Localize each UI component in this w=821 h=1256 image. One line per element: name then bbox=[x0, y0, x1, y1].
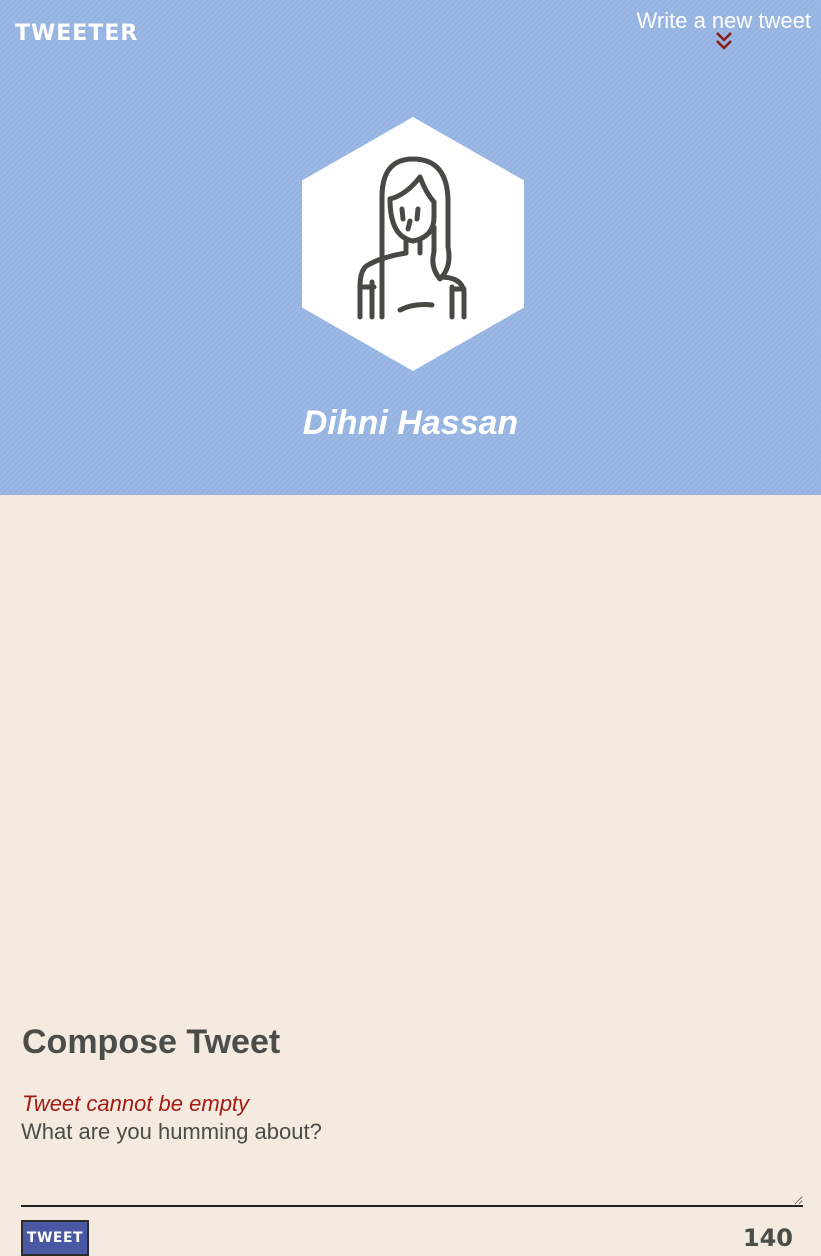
brand-logo[interactable]: TWEETER bbox=[15, 21, 138, 46]
tweet-textarea[interactable] bbox=[21, 1119, 803, 1207]
woman-avatar-icon bbox=[302, 117, 524, 371]
tweet-button[interactable]: TWEET bbox=[21, 1220, 89, 1256]
write-new-tweet-toggle[interactable]: Write a new tweet bbox=[637, 8, 811, 50]
profile-header: TWEETER Write a new tweet Dihni Hassan bbox=[0, 0, 821, 495]
compose-title: Compose Tweet bbox=[22, 1023, 281, 1061]
character-counter: 140 bbox=[742, 1224, 793, 1252]
user-name: Dihni Hassan bbox=[302, 404, 519, 442]
double-chevron-down-icon[interactable] bbox=[715, 30, 733, 56]
avatar bbox=[302, 117, 524, 371]
error-message: Tweet cannot be empty bbox=[22, 1091, 250, 1116]
